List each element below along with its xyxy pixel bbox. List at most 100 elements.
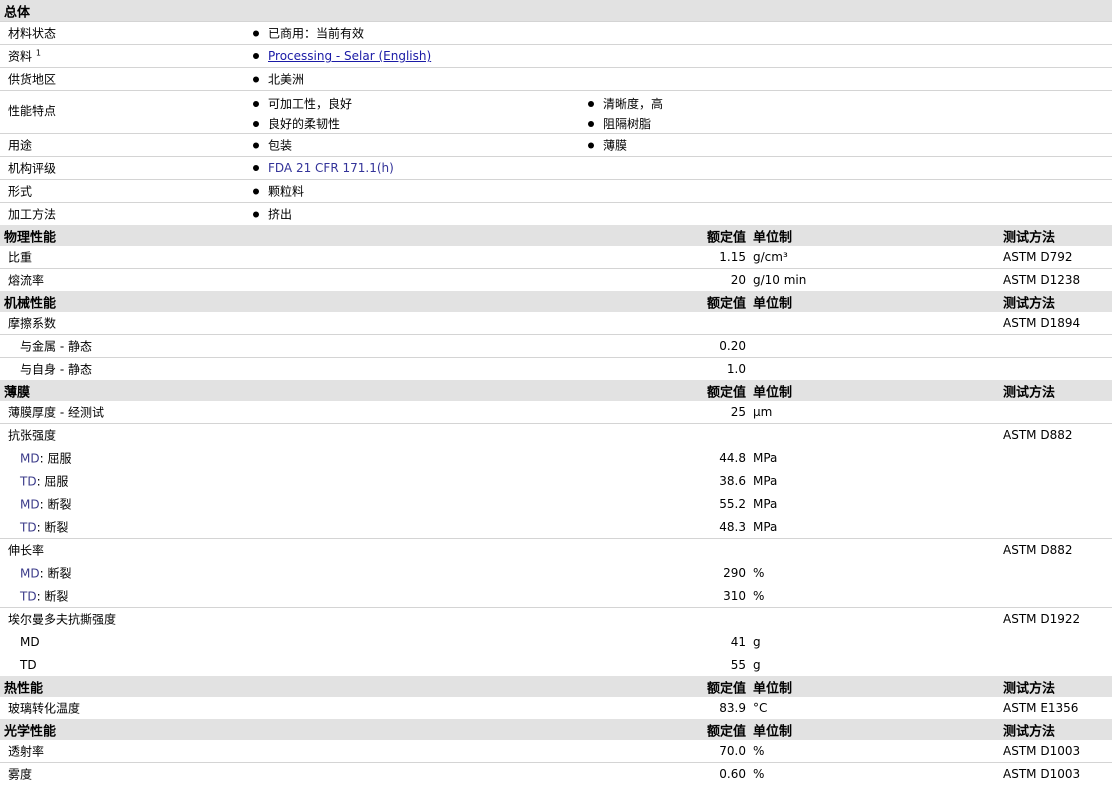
property-unit: °C — [753, 701, 768, 715]
section-title: 薄膜 — [4, 385, 31, 400]
table-row: 玻璃转化温度 83.9 °C ASTM E1356 — [0, 697, 1112, 719]
bullet-item: 可加工性，良好 — [253, 95, 352, 112]
property-unit: MPa — [753, 496, 778, 511]
section-header-physical: 物理性能 额定值 单位制 测试方法 — [0, 225, 1112, 246]
bullet-icon — [588, 100, 594, 107]
property-unit: MPa — [753, 519, 778, 534]
table-row: TD 55 g — [0, 653, 1112, 676]
bullet-item: 北美洲 — [253, 71, 304, 88]
processing-doc-link[interactable]: Processing - Selar (English) — [268, 49, 431, 63]
column-header-unit: 单位制 — [753, 724, 793, 739]
column-header-unit: 单位制 — [753, 230, 793, 245]
table-row: 比重 1.15 g/cm³ ASTM D792 — [0, 246, 1112, 268]
property-label: MD — [20, 634, 40, 649]
test-method: ASTM D1003 — [1003, 767, 1081, 781]
bullet-icon — [253, 142, 259, 148]
property-label: 材料状态 — [8, 26, 57, 41]
property-value: 25 — [730, 405, 746, 419]
property-label: 薄膜厚度 - 经测试 — [8, 405, 104, 420]
bullet-icon — [253, 211, 259, 217]
table-row: 透射率 70.0 % ASTM D1003 — [0, 740, 1112, 762]
section-title: 物理性能 — [4, 230, 57, 245]
property-label: 透射率 — [8, 744, 45, 759]
column-header-value: 额定值 — [706, 724, 746, 739]
bullet-item: FDA 21 CFR 171.1(h) — [253, 161, 394, 175]
property-label: 供货地区 — [8, 72, 57, 87]
property-label: 玻璃转化温度 — [8, 701, 81, 716]
table-row: 薄膜厚度 - 经测试 25 µm — [0, 401, 1112, 423]
table-row: 与金属 - 静态 0.20 — [0, 334, 1112, 357]
bullet-icon — [253, 100, 259, 107]
property-unit: % — [753, 744, 765, 758]
property-row: 供货地区 北美洲 — [0, 67, 1112, 90]
property-row: 材料状态 已商用：当前有效 — [0, 21, 1112, 44]
column-header-test: 测试方法 — [1003, 681, 1056, 696]
property-unit: µm — [753, 405, 773, 419]
bullet-item: 清晰度，高 — [588, 95, 663, 112]
bullet-icon — [253, 188, 259, 194]
table-row: 熔流率 20 g/10 min ASTM D1238 — [0, 268, 1112, 291]
property-value: 1.0 — [726, 362, 746, 376]
property-row: 形式 颗粒料 — [0, 179, 1112, 202]
test-method: ASTM D1238 — [1003, 273, 1081, 287]
bullet-icon — [253, 52, 259, 59]
property-label: 比重 — [8, 250, 33, 265]
table-row: TD: 断裂 48.3 MPa — [0, 515, 1112, 538]
bullet-icon — [588, 142, 594, 148]
property-label: 埃尔曼多夫抗撕强度 — [8, 612, 117, 627]
table-row: TD: 屈服 38.6 MPa — [0, 469, 1112, 492]
property-unit: MPa — [753, 450, 778, 465]
section-header-film: 薄膜 额定值 单位制 测试方法 — [0, 380, 1112, 401]
column-header-test: 测试方法 — [1003, 296, 1056, 311]
test-method: ASTM D792 — [1003, 250, 1073, 264]
section-header-thermal: 热性能 额定值 单位制 测试方法 — [0, 676, 1112, 697]
property-value: 290 — [723, 565, 746, 580]
property-value: 83.9 — [719, 701, 746, 715]
property-label: 用途 — [8, 138, 33, 153]
property-value: 0.20 — [719, 339, 746, 353]
bullet-item: 阻隔树脂 — [588, 115, 651, 132]
property-label: MD: 断裂 — [20, 497, 72, 511]
section-header-mechanical: 机械性能 额定值 单位制 测试方法 — [0, 291, 1112, 312]
bullet-icon — [253, 30, 259, 36]
table-row: MD: 断裂 55.2 MPa — [0, 492, 1112, 515]
property-label: 与金属 - 静态 — [20, 339, 92, 354]
property-value: 310 — [723, 588, 746, 603]
column-header-value: 额定值 — [706, 230, 746, 245]
property-label: 加工方法 — [8, 207, 57, 222]
bullet-item: 良好的柔韧性 — [253, 115, 340, 132]
property-value: 1.15 — [719, 250, 746, 264]
bullet-icon — [253, 120, 259, 127]
test-method: ASTM D1894 — [1003, 316, 1081, 330]
column-header-value: 额定值 — [706, 296, 746, 311]
property-row: 加工方法 挤出 — [0, 202, 1112, 225]
table-row: TD: 断裂 310 % — [0, 584, 1112, 607]
bullet-item: 颗粒料 — [253, 183, 304, 200]
property-label: 性能特点 — [8, 104, 57, 118]
column-header-value: 额定值 — [706, 681, 746, 696]
property-unit: % — [753, 588, 765, 603]
table-row: 抗张强度 ASTM D882 — [0, 423, 1112, 446]
section-title: 光学性能 — [4, 724, 57, 739]
property-value: 0.60 — [719, 767, 746, 781]
property-unit: g — [753, 657, 761, 672]
property-label: TD — [20, 657, 37, 672]
bullet-item: 包装 — [253, 137, 292, 154]
table-row: 与自身 - 静态 1.0 — [0, 357, 1112, 380]
property-row: 性能特点 可加工性，良好 清晰度，高 良好的柔韧性 阻隔树脂 — [0, 90, 1112, 133]
table-row: 伸长率 ASTM D882 — [0, 538, 1112, 561]
section-title: 机械性能 — [4, 296, 57, 311]
bullet-item: 已商用：当前有效 — [253, 25, 364, 42]
property-unit: g/10 min — [753, 273, 807, 287]
property-row: 资料 1 Processing - Selar (English) — [0, 44, 1112, 67]
property-label: 熔流率 — [8, 273, 45, 288]
column-header-unit: 单位制 — [753, 681, 793, 696]
property-row: 机构评级 FDA 21 CFR 171.1(h) — [0, 156, 1112, 179]
property-label: 抗张强度 — [8, 428, 57, 443]
property-value: 55 — [730, 657, 746, 672]
property-value: 44.8 — [719, 450, 746, 465]
bullet-icon — [588, 120, 594, 127]
bullet-icon — [253, 164, 259, 171]
property-unit: g — [753, 634, 761, 649]
test-method: ASTM E1356 — [1003, 701, 1079, 715]
